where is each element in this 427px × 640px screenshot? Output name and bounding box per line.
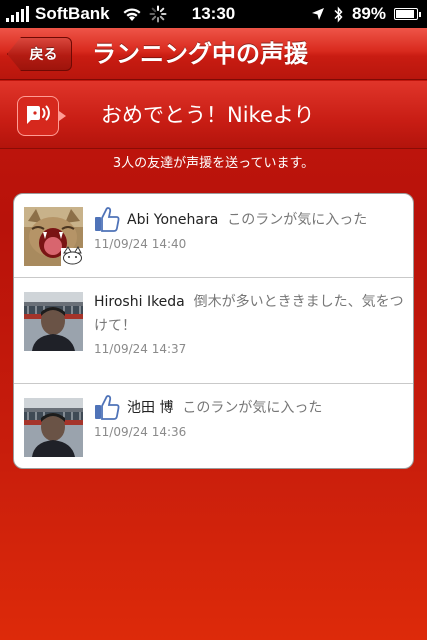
friend-name[interactable]: Hiroshi Ikeda <box>94 294 185 310</box>
back-button[interactable]: 戻る <box>7 37 72 71</box>
friend-name[interactable]: Abi Yonehara <box>127 212 218 228</box>
battery-percent: 89% <box>351 4 386 23</box>
cat-avatar <box>24 207 83 266</box>
timestamp: 11/09/24 14:40 <box>94 237 187 251</box>
battery-icon <box>394 8 421 20</box>
list-item[interactable]: 池田 博 このランが気に入った 11/09/24 14:36 <box>14 384 413 468</box>
cheer-message: このランが気に入った <box>227 212 368 228</box>
navigation-bar: 戻る ランニング中の声援 <box>0 28 427 80</box>
cheer-header: おめでとう！Nikeより <box>0 81 427 149</box>
cheer-text: 池田 博 このランが気に入った <box>127 396 409 420</box>
cheer-text: Hiroshi Ikeda 倒木が多いとききました、気をつけて！ <box>94 290 406 338</box>
runner-avatar <box>24 398 83 457</box>
list-item[interactable]: Hiroshi Ikeda 倒木が多いとききました、気をつけて！ 11/09/2… <box>14 278 413 384</box>
cheers-list: Abi Yonehara このランが気に入った 11/09/24 14:40 H… <box>13 193 414 469</box>
cheer-text: Abi Yonehara このランが気に入った <box>127 208 409 232</box>
cheer-message: おめでとう！Nikeより <box>101 103 315 127</box>
voice-cheer-icon <box>17 96 59 136</box>
page-title: ランニング中の声援 <box>92 40 308 68</box>
runner-avatar <box>24 292 83 351</box>
timestamp: 11/09/24 14:37 <box>94 342 187 356</box>
timestamp: 11/09/24 14:36 <box>94 425 187 439</box>
status-bar: SoftBank 13:30 89% <box>0 0 427 28</box>
location-arrow-icon <box>311 8 324 20</box>
friends-count-text: 3人の友達が声援を送っています。 <box>112 156 315 171</box>
list-item[interactable]: Abi Yonehara このランが気に入った 11/09/24 14:40 <box>14 194 413 278</box>
cheer-message: このランが気に入った <box>182 400 323 416</box>
friend-name[interactable]: 池田 博 <box>127 400 173 416</box>
like-thumbs-up-icon <box>95 207 120 232</box>
like-thumbs-up-icon <box>95 395 120 420</box>
speech-pointer <box>59 111 66 121</box>
bluetooth-icon <box>334 5 343 23</box>
